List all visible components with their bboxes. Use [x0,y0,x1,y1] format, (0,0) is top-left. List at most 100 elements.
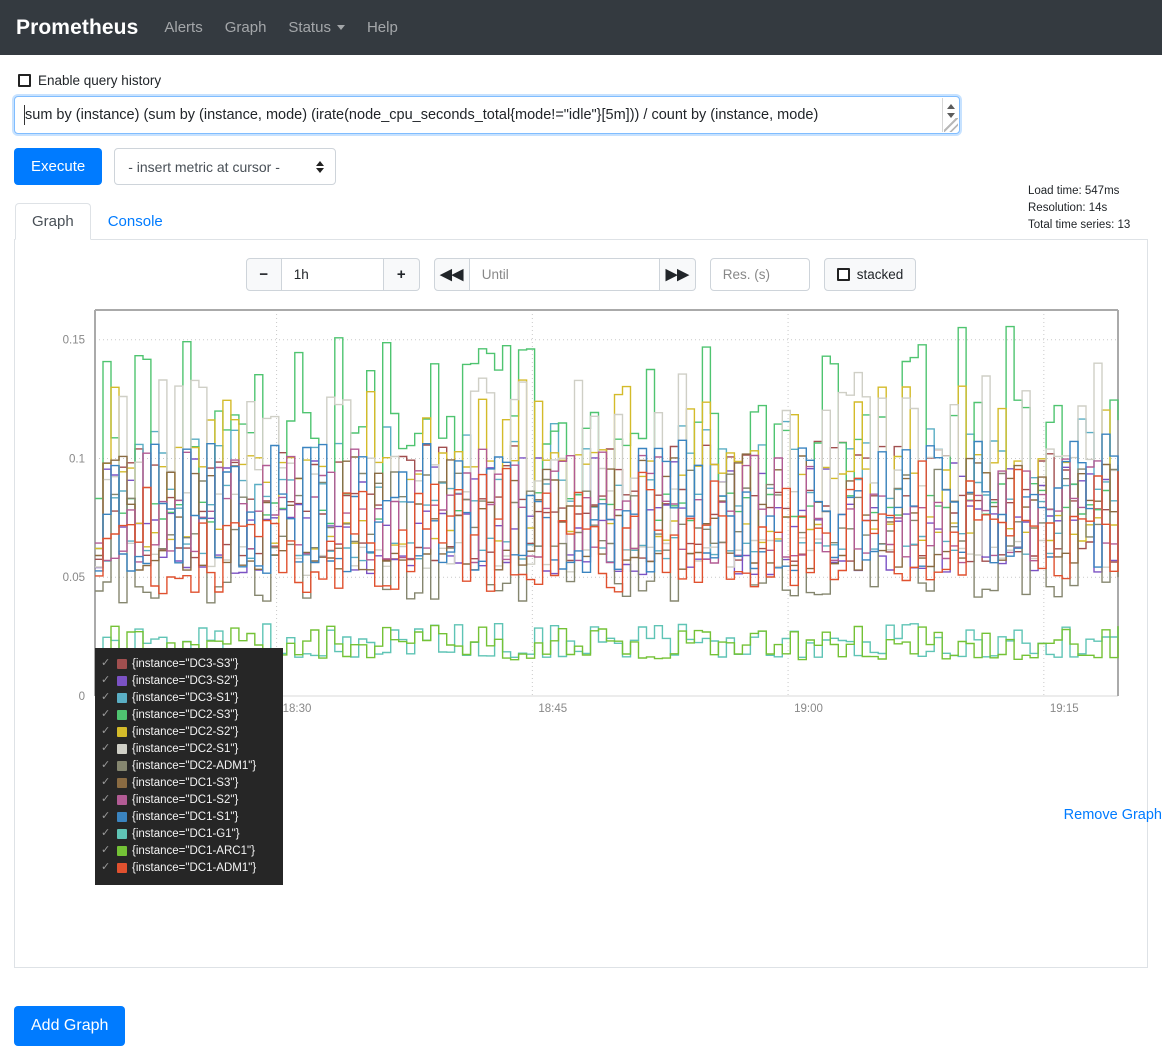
time-control-group: ◀◀ Until ▶▶ [434,258,696,291]
y-axis-tick-label: 0.1 [69,453,85,465]
check-icon: ✓ [101,845,112,856]
query-history-row: Enable query history [18,73,1148,88]
legend-color-swatch [117,829,127,839]
range-decrease-button[interactable]: − [246,258,282,291]
until-placeholder: Until [482,267,509,282]
enable-query-history-label: Enable query history [38,73,161,88]
execute-button[interactable]: Execute [14,148,102,185]
check-icon: ✓ [101,709,112,720]
resolution-input[interactable]: Res. (s) [710,258,810,291]
legend-color-swatch [117,676,127,686]
legend-item-label: {instance="DC1-ARC1"} [132,845,255,857]
resize-grip-icon[interactable] [944,118,958,132]
select-arrows-icon [316,161,324,173]
execute-row: Execute - insert metric at cursor - [14,148,1148,185]
legend-item-label: {instance="DC3-S1"} [132,692,238,704]
check-icon: ✓ [101,794,112,805]
until-input[interactable]: Until [470,258,660,291]
legend-item[interactable]: ✓{instance="DC3-S3"} [101,655,273,672]
query-expression-input[interactable]: sum by (instance) (sum by (instance, mod… [14,96,960,134]
legend-item[interactable]: ✓ {instance="DC1-S2"} [101,791,273,808]
x-axis-tick-label: 18:30 [283,703,312,715]
legend-item[interactable]: ✓{instance="DC1-S1"} [101,808,273,825]
legend-item-label: {instance="DC1-S1"} [132,811,238,823]
legend-item[interactable]: ✓{instance="DC2-ADM1"} [101,757,273,774]
tab-console[interactable]: Console [91,203,180,240]
x-axis-tick-label: 19:00 [794,703,823,715]
legend-item[interactable]: ✓ {instance="DC2-S2"} [101,723,273,740]
range-value: 1h [294,267,309,282]
legend-item-label: {instance="DC1-G1"} [132,828,240,840]
remove-graph-link[interactable]: Remove Graph [1064,807,1162,823]
legend-color-swatch [117,727,127,737]
query-expression-text: sum by (instance) (sum by (instance, mod… [25,97,940,133]
stacked-toggle[interactable]: stacked [824,258,917,291]
legend-item[interactable]: ✓ {instance="DC1-ARC1"} [101,842,273,859]
page-body: Enable query history sum by (instance) (… [0,73,1162,968]
legend-item-label: {instance="DC2-S2"} [132,726,238,738]
legend-color-swatch [117,778,127,788]
metric-select-value: - insert metric at cursor - [128,159,280,175]
legend-item-label: {instance="DC1-S2"} [132,794,238,806]
nav-link-graph[interactable]: Graph [225,19,267,36]
legend-item[interactable]: ✓{instance="DC2-S1"} [101,740,273,757]
legend-color-swatch [117,744,127,754]
legend-color-swatch [117,846,127,856]
check-icon: ✓ [101,862,112,873]
time-back-button[interactable]: ◀◀ [434,258,470,291]
legend-item[interactable]: ✓ {instance="DC1-G1"} [101,825,273,842]
legend-item[interactable]: ✓{instance="DC1-S3"} [101,774,273,791]
check-icon: ✓ [101,692,112,703]
graph-controls: − 1h + ◀◀ Until ▶▶ Res. (s) stacked [15,240,1147,291]
resolution-text: Resolution: 14s [1028,200,1148,217]
stacked-label: stacked [857,267,904,282]
enable-query-history-checkbox[interactable] [18,74,31,87]
time-forward-button[interactable]: ▶▶ [660,258,696,291]
chevron-down-icon [337,25,345,30]
load-time-text: Load time: 547ms [1028,183,1148,200]
y-axis-tick-label: 0.15 [63,335,85,347]
caret-up-icon [947,104,955,109]
legend-item-label: {instance="DC3-S2"} [132,675,238,687]
check-icon: ✓ [101,726,112,737]
nav-link-graph-label: Graph [225,19,267,36]
legend-item-label: {instance="DC1-S3"} [132,777,238,789]
metric-select[interactable]: - insert metric at cursor - [114,148,336,185]
check-icon: ✓ [101,828,112,839]
tab-graph[interactable]: Graph [15,203,91,240]
graph-panel: − 1h + ◀◀ Until ▶▶ Res. (s) stacked [14,240,1148,968]
legend-color-swatch [117,863,127,873]
check-icon: ✓ [101,658,112,669]
brand-logo[interactable]: Prometheus [16,16,138,40]
legend-item-label: {instance="DC1-ADM1"} [132,862,256,874]
legend-item[interactable]: ✓ {instance="DC2-S3"} [101,706,273,723]
nav-link-status[interactable]: Status [288,19,345,36]
nav-link-help-label: Help [367,19,398,36]
nav-link-status-label: Status [288,19,331,36]
legend-item-label: {instance="DC2-S3"} [132,709,238,721]
check-icon: ✓ [101,675,112,686]
range-input[interactable]: 1h [282,258,384,291]
nav-link-alerts[interactable]: Alerts [164,19,202,36]
legend-item[interactable]: ✓ {instance="DC3-S1"} [101,689,273,706]
y-axis-tick-label: 0.05 [63,572,85,584]
legend-item[interactable]: ✓ {instance="DC1-ADM1"} [101,859,273,876]
tab-bar: Graph Console [14,203,1148,240]
fast-forward-icon: ▶▶ [666,267,689,282]
graph-legend: ✓{instance="DC3-S3"}✓{instance="DC3-S2"}… [95,648,283,885]
y-axis-tick-label: 0 [79,691,85,703]
query-row: sum by (instance) (sum by (instance, mod… [14,96,1148,134]
legend-item-label: {instance="DC2-ADM1"} [132,760,256,772]
range-increase-button[interactable]: + [384,258,420,291]
range-control-group: − 1h + [246,258,420,291]
query-stats: Load time: 547ms Resolution: 14s Total t… [1028,183,1148,234]
nav-link-alerts-label: Alerts [164,19,202,36]
add-graph-button[interactable]: Add Graph [14,1006,125,1046]
legend-item[interactable]: ✓ {instance="DC3-S2"} [101,672,273,689]
minus-icon: − [259,267,268,282]
stacked-checkbox-icon [837,268,850,281]
nav-link-help[interactable]: Help [367,19,398,36]
x-axis-tick-label: 19:15 [1050,703,1079,715]
legend-item-label: {instance="DC2-S1"} [132,743,238,755]
legend-color-swatch [117,710,127,720]
